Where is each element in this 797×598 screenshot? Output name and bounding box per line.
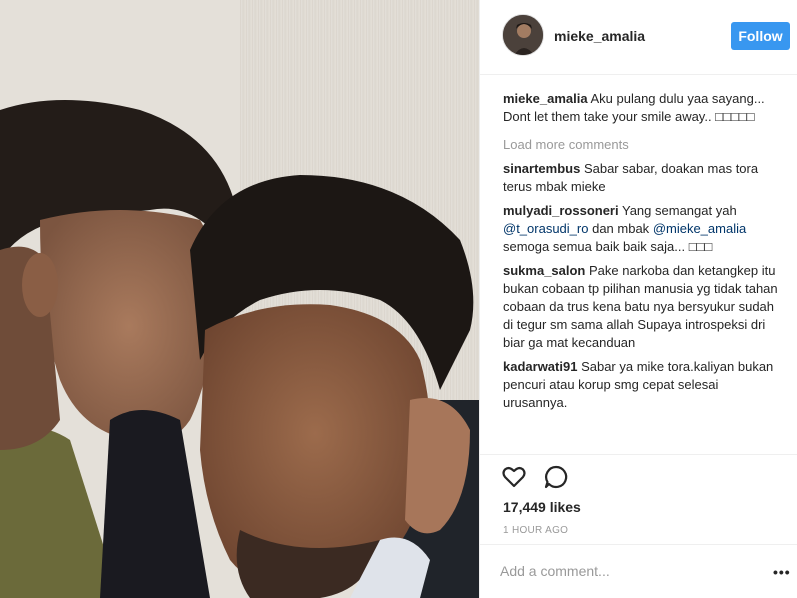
comment-username[interactable]: mulyadi_rossoneri [503, 203, 619, 218]
post-sidebar: mieke_amalia Follow mieke_amalia Aku pul… [479, 0, 797, 598]
comment-text: dan mbak [592, 221, 650, 236]
comment-username[interactable]: sukma_salon [503, 263, 585, 278]
comment-item: mulyadi_rossoneri Yang semangat yah @t_o… [503, 202, 781, 256]
comment-icon[interactable] [543, 464, 569, 490]
comments-section: mieke_amalia Aku pulang dulu yaa sayang.… [503, 90, 781, 418]
heart-icon[interactable] [501, 464, 527, 490]
avatar-image [503, 15, 543, 55]
comment-item: kadarwati91 Sabar ya mike tora.kaliyan b… [503, 358, 781, 412]
caption-username[interactable]: mieke_amalia [503, 91, 588, 106]
comment-text: semoga semua baik baik saja... □□□ [503, 239, 713, 254]
avatar[interactable] [502, 14, 544, 56]
comment-text: Yang semangat yah [622, 203, 737, 218]
add-comment-bar: ••• [480, 544, 797, 598]
username-link[interactable]: mieke_amalia [554, 28, 645, 44]
likes-count[interactable]: 17,449 likes [503, 499, 581, 515]
post-actions: 17,449 likes 1 HOUR AGO [480, 454, 797, 544]
follow-button[interactable]: Follow [731, 22, 790, 50]
comment-item: sinartembus Sabar sabar, doakan mas tora… [503, 160, 781, 196]
post-photo [0, 0, 479, 598]
comment-item: sukma_salon Pake narkoba dan ketangkep i… [503, 262, 781, 352]
post-timestamp[interactable]: 1 HOUR AGO [503, 525, 568, 536]
comment-username[interactable]: sinartembus [503, 161, 580, 176]
mention-link[interactable]: @mieke_amalia [653, 221, 746, 236]
mention-link[interactable]: @t_orasudi_ro [503, 221, 588, 236]
caption: mieke_amalia Aku pulang dulu yaa sayang.… [503, 90, 781, 126]
comment-username[interactable]: kadarwati91 [503, 359, 577, 374]
post-header: mieke_amalia Follow [480, 0, 797, 75]
load-more-comments-link[interactable]: Load more comments [503, 136, 781, 154]
photo-image [0, 0, 479, 598]
more-options-icon[interactable]: ••• [773, 563, 791, 581]
add-comment-input[interactable] [500, 559, 740, 583]
